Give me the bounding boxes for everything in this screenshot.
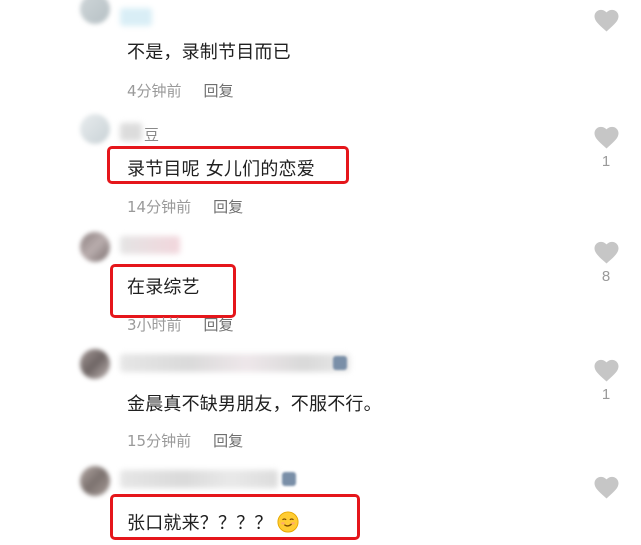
comment-time: 3小时前 <box>127 316 182 334</box>
heart-icon <box>594 241 618 264</box>
highlight-box <box>107 146 349 184</box>
comment-meta: 14分钟前 回复 <box>127 196 243 217</box>
username-blurred[interactable] <box>120 470 278 488</box>
highlight-box <box>110 494 360 540</box>
comment-text: 不是，录制节目而已 <box>127 42 291 63</box>
avatar[interactable] <box>80 232 110 262</box>
reply-button[interactable]: 回复 <box>204 82 234 100</box>
like-count: 1 <box>601 153 611 170</box>
heart-icon <box>594 9 618 32</box>
username-blurred[interactable] <box>120 123 142 141</box>
comment-meta: 15分钟前 回复 <box>127 430 243 451</box>
reply-button[interactable]: 回复 <box>213 432 243 450</box>
reply-button[interactable]: 回复 <box>213 198 243 216</box>
comment-text: 金晨真不缺男朋友，不服不行。 <box>127 394 382 415</box>
like-button[interactable]: 1 <box>591 125 621 170</box>
comment-time: 14分钟前 <box>127 198 192 216</box>
avatar[interactable] <box>80 114 110 144</box>
username-blurred[interactable] <box>120 8 152 26</box>
username-blurred[interactable] <box>120 236 180 254</box>
like-button[interactable]: 8 <box>591 240 621 285</box>
avatar[interactable] <box>80 349 110 379</box>
comment-time: 15分钟前 <box>127 432 192 450</box>
heart-icon <box>594 359 618 382</box>
comment-meta: 4分钟前 回复 <box>127 80 234 101</box>
highlight-box <box>110 264 236 318</box>
username-blurred[interactable] <box>120 354 350 372</box>
comment-time: 4分钟前 <box>127 82 182 100</box>
like-button[interactable] <box>591 8 621 36</box>
like-button[interactable] <box>591 475 621 499</box>
like-count: 8 <box>601 268 611 285</box>
comment-meta: 3小时前 回复 <box>127 314 234 335</box>
username-fragment: 豆 <box>144 126 160 144</box>
avatar[interactable] <box>80 466 110 496</box>
heart-icon <box>594 126 618 149</box>
avatar[interactable] <box>80 0 110 24</box>
reply-button[interactable]: 回复 <box>204 316 234 334</box>
like-count: 1 <box>601 386 611 403</box>
username-badge <box>333 356 347 370</box>
username-badge <box>282 472 296 486</box>
like-button[interactable]: 1 <box>591 358 621 403</box>
heart-icon <box>594 476 618 499</box>
